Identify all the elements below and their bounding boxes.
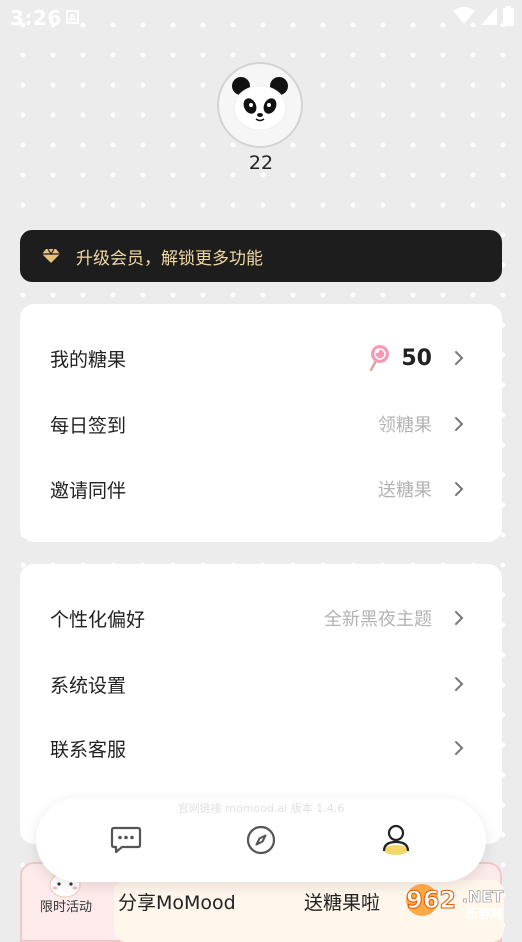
- row-label: 个性化偏好: [50, 608, 146, 631]
- chevron-right-icon: [455, 741, 464, 755]
- daily-checkin-row[interactable]: 每日签到 领糖果: [20, 394, 502, 454]
- chat-icon: [110, 826, 142, 854]
- invite-friends-row[interactable]: 邀请同伴 送糖果: [20, 459, 502, 519]
- vip-upgrade-banner[interactable]: 升级会员，解锁更多功能: [20, 230, 502, 282]
- user-icon: [382, 824, 410, 855]
- status-icons: [453, 6, 514, 26]
- row-label: 邀请同伴: [50, 479, 127, 502]
- chevron-right-icon: [455, 417, 464, 431]
- compass-icon: [246, 825, 276, 855]
- row-label: 我的糖果: [50, 348, 127, 371]
- tab-discover[interactable]: [241, 822, 281, 858]
- chevron-right-icon: [455, 482, 464, 496]
- chevron-right-icon: [455, 677, 464, 691]
- avatar[interactable]: [217, 62, 303, 148]
- candy-balance: 50: [365, 344, 432, 372]
- username: 22: [248, 152, 274, 174]
- candy-card: 我的糖果 50 每日签到 领糖果 邀请同伴 送糖果: [20, 304, 502, 542]
- row-label: 每日签到: [50, 414, 127, 437]
- status-bar: 3:26 A: [0, 0, 522, 36]
- watermark-sub: 乐游网: [466, 907, 503, 921]
- personalization-row[interactable]: 个性化偏好 全新黑夜主题: [20, 588, 502, 648]
- version-text: 官网链接 momood.ai 版本 1.4.6: [177, 802, 345, 815]
- notification-a-icon: A: [66, 10, 79, 24]
- row-value: 送糖果: [378, 480, 432, 501]
- row-value: 领糖果: [378, 415, 432, 436]
- my-candy-row[interactable]: 我的糖果 50: [20, 328, 502, 388]
- bottom-tab-bar: 官网链接 momood.ai 版本 1.4.6: [36, 798, 486, 882]
- status-time: 3:26: [10, 6, 62, 30]
- diamond-icon: [42, 248, 60, 263]
- watermark-main: 962: [406, 886, 456, 914]
- promo-share-text[interactable]: 分享MoMood: [118, 888, 236, 915]
- lollipop-icon: [370, 345, 390, 372]
- row-label: 联系客服: [50, 738, 127, 761]
- candy-count: 50: [401, 345, 432, 371]
- wifi-icon: [453, 7, 475, 24]
- vip-banner-text: 升级会员，解锁更多功能: [76, 248, 263, 269]
- tab-me[interactable]: [376, 822, 416, 858]
- row-label: 系统设置: [50, 674, 127, 697]
- row-value: 全新黑夜主题: [324, 609, 432, 630]
- system-settings-row[interactable]: 系统设置: [20, 654, 502, 714]
- signal-icon: [481, 7, 497, 25]
- panda-icon: [232, 77, 288, 131]
- contact-support-row[interactable]: 联系客服: [20, 718, 502, 778]
- promo-tag: 限时活动: [40, 900, 93, 915]
- chevron-right-icon: [455, 611, 464, 625]
- watermark-suffix: .NET: [462, 887, 503, 906]
- battery-icon: [503, 6, 514, 26]
- chevron-right-icon: [455, 351, 464, 365]
- promo-candy-text[interactable]: 送糖果啦: [304, 888, 380, 915]
- tab-chat[interactable]: [106, 822, 146, 858]
